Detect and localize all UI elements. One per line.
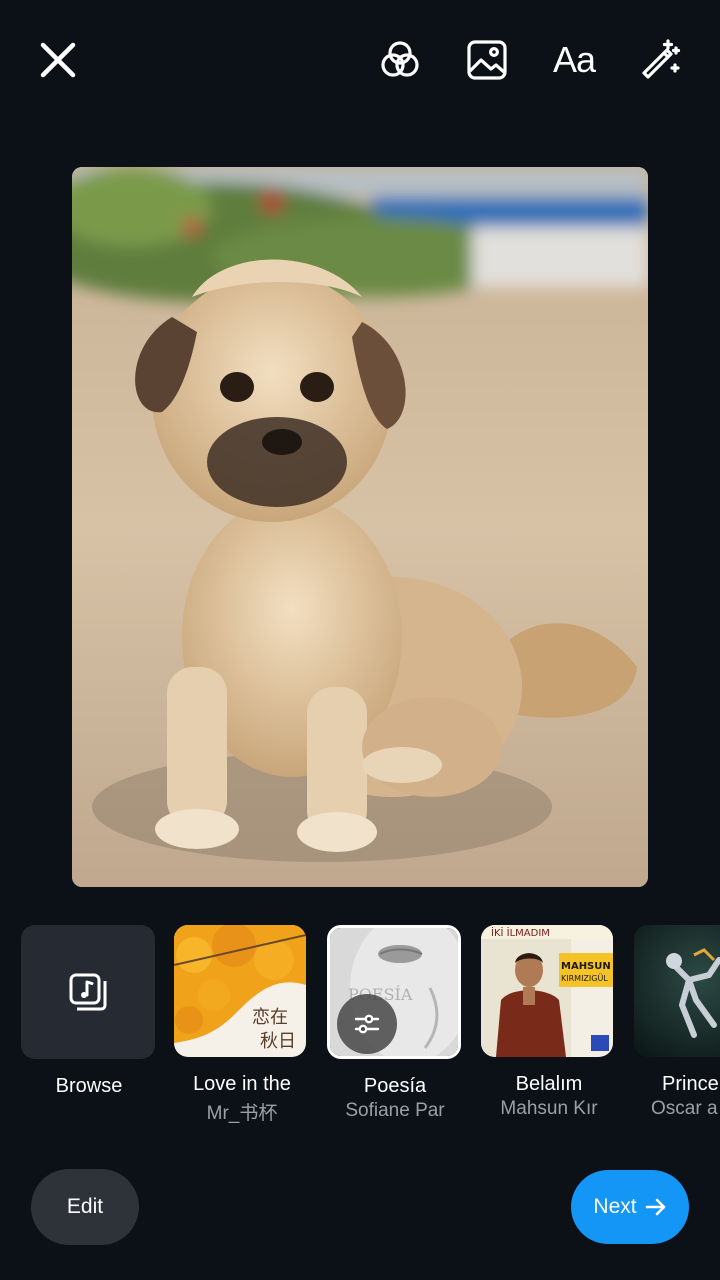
- music-item-title: Belalım: [515, 1073, 583, 1095]
- music-item-prince[interactable]: Prince Oscar a: [634, 925, 720, 1120]
- music-item-artist: Mr_书杯: [206, 1103, 278, 1124]
- album-art: [634, 925, 720, 1057]
- music-item-artist: Sofiane Par: [345, 1100, 445, 1121]
- effects-button[interactable]: [635, 34, 687, 86]
- browse-thumb[interactable]: [21, 925, 155, 1059]
- text-tool-button[interactable]: Aa: [548, 34, 600, 86]
- album-art: İKİ İLMADIM MAHSUN KIRMIZIGÜL: [481, 925, 613, 1057]
- text-tool-label: Aa: [552, 39, 596, 80]
- album-art-text: KIRMIZIGÜL: [561, 973, 608, 983]
- music-item-love-in-the[interactable]: 恋在 秋日 Love in the Mr_书杯: [174, 925, 310, 1125]
- album-art: 恋在 秋日: [174, 925, 306, 1057]
- close-button[interactable]: [32, 34, 84, 86]
- music-item-poesia[interactable]: POESÍA Poesía Sofiane Par: [327, 925, 463, 1122]
- music-browse-tile[interactable]: Browse: [21, 925, 157, 1098]
- gallery-icon: [467, 40, 507, 80]
- music-item-title: Love in the: [193, 1073, 291, 1095]
- music-item-artist: Mahsun Kır: [500, 1098, 598, 1119]
- music-library-icon: [69, 973, 107, 1011]
- album-art-text: 恋在: [252, 1006, 288, 1028]
- magic-wand-icon: [642, 39, 681, 79]
- music-item-title: Prince: [662, 1073, 719, 1095]
- filters-button[interactable]: [374, 34, 426, 86]
- edit-button[interactable]: Edit: [31, 1169, 139, 1245]
- close-icon: [40, 42, 76, 78]
- gallery-button[interactable]: [461, 34, 513, 86]
- arrow-right-icon: [645, 1198, 665, 1216]
- filters-icon: [381, 41, 419, 77]
- album-art-text: İKİ İLMADIM: [491, 926, 550, 939]
- adjust-music-button[interactable]: [337, 994, 397, 1054]
- adjust-sliders-icon: [354, 1014, 380, 1034]
- album-art-text: MAHSUN: [561, 961, 611, 972]
- next-button-label: Next: [593, 1195, 637, 1218]
- story-editor-screen: Aa Browse 恋在 秋日 Love in the Mr_书杯 POESÍA…: [0, 0, 720, 1280]
- album-art-text: 秋日: [260, 1031, 296, 1052]
- music-item-belalim[interactable]: İKİ İLMADIM MAHSUN KIRMIZIGÜL Belalım Ma…: [481, 925, 617, 1120]
- music-item-title: Poesía: [363, 1075, 427, 1097]
- album-art-selected: POESÍA: [327, 925, 461, 1059]
- music-item-artist: Oscar a: [651, 1098, 718, 1119]
- next-button[interactable]: Next: [571, 1170, 689, 1244]
- music-suggestions-strip[interactable]: Browse 恋在 秋日 Love in the Mr_书杯 POESÍA Po…: [0, 925, 720, 1135]
- edit-button-label: Edit: [66, 1195, 104, 1218]
- music-item-title: Browse: [55, 1075, 123, 1097]
- dog-photo: [72, 167, 648, 887]
- story-photo-canvas[interactable]: [72, 167, 648, 887]
